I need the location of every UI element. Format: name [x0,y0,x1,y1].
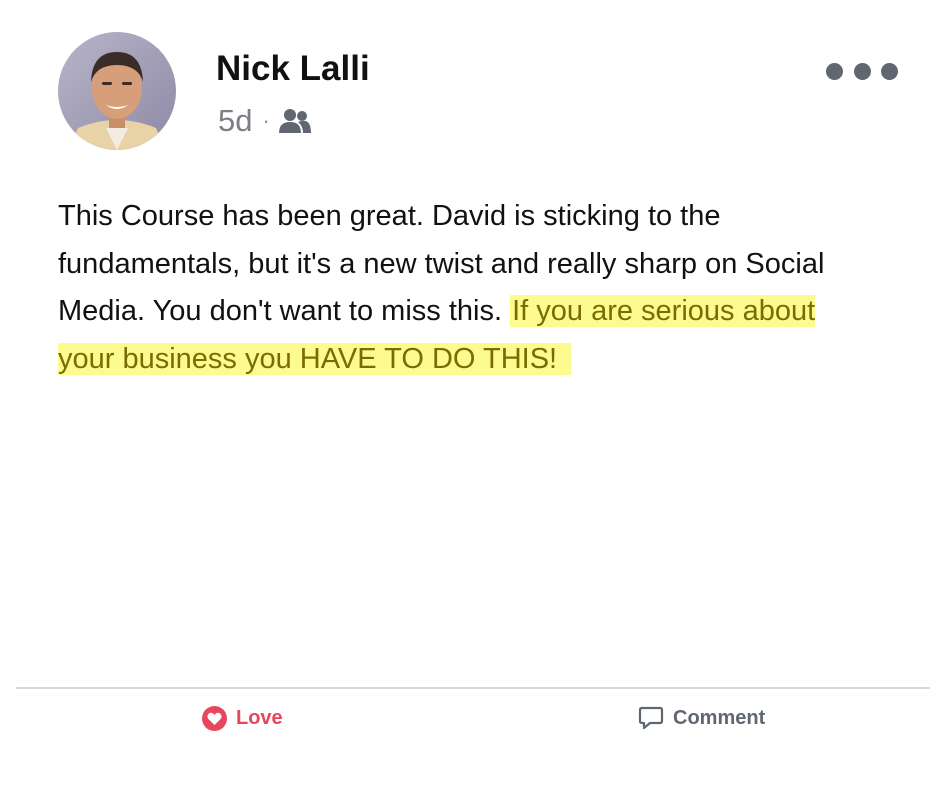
heart-icon [202,705,227,731]
more-options-icon[interactable] [826,58,898,84]
author-name[interactable]: Nick Lalli [216,49,370,89]
love-button[interactable]: Love [202,702,283,734]
action-divider [16,687,930,689]
post-body: This Course has been great. David is sti… [58,193,858,383]
comment-label: Comment [673,706,766,729]
author-avatar[interactable] [58,32,176,150]
more-dot [881,62,898,80]
comment-button[interactable]: Comment [638,702,765,734]
friends-icon [278,108,312,134]
more-dot [853,62,871,80]
post-timestamp[interactable]: 5d [218,103,252,139]
more-dot [826,62,843,80]
love-label: Love [236,706,283,729]
post-meta: 5d · [218,102,312,140]
comment-bubble-icon [638,705,664,731]
meta-separator: · [262,108,270,133]
